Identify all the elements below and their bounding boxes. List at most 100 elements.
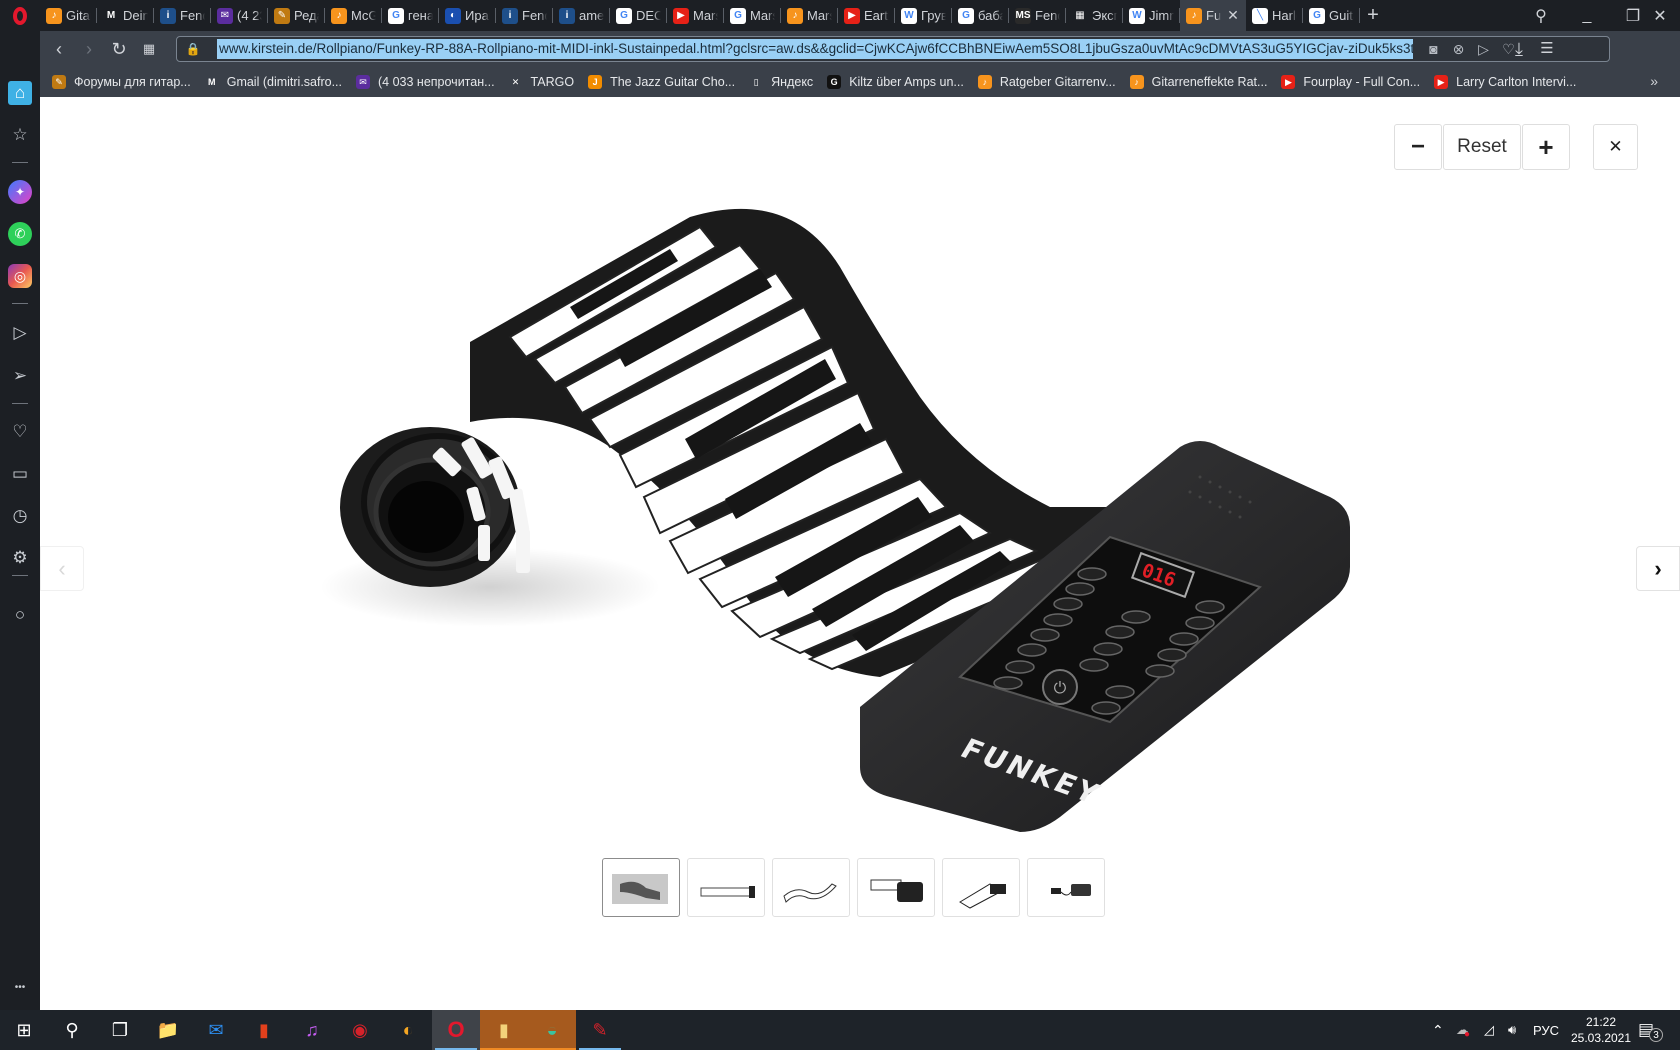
settings-icon[interactable]: ⚙: [8, 546, 32, 570]
adblock-icon[interactable]: ⊗: [1446, 41, 1471, 58]
new-tab-button[interactable]: +: [1360, 4, 1386, 27]
history-icon[interactable]: ◷: [8, 504, 32, 528]
ccleaner-icon[interactable]: ✎: [576, 1010, 624, 1050]
tab[interactable]: W Грув: [895, 0, 952, 31]
product-image[interactable]: 016 ⏻ FUNKEY: [320, 207, 1470, 887]
itunes-icon[interactable]: ♫: [288, 1010, 336, 1050]
bookmark-item[interactable]: ♪ Ratgeber Gitarrenv...: [977, 75, 1116, 89]
whatsapp-icon[interactable]: ✆: [8, 222, 32, 246]
thumbnail[interactable]: [942, 858, 1020, 917]
bookmark-item[interactable]: M Gmail (dimitri.safro...: [204, 75, 342, 89]
bookmark-item[interactable]: ▶ Larry Carlton Intervi...: [1434, 75, 1576, 89]
tab[interactable]: ✎ Редак: [268, 0, 325, 31]
onedrive-status-icon[interactable]: ☁ ●: [1456, 1010, 1470, 1050]
tab[interactable]: MS Fende: [1009, 0, 1066, 31]
tab[interactable]: i Fende: [154, 0, 211, 31]
office-icon[interactable]: ▮: [240, 1010, 288, 1050]
bookmark-item[interactable]: J The Jazz Guitar Cho...: [588, 75, 735, 89]
tab[interactable]: ✉ (4 234: [211, 0, 268, 31]
network-icon[interactable]: ◿: [1484, 1010, 1494, 1050]
devices-icon[interactable]: ▭: [8, 462, 32, 486]
forward-button[interactable]: ›: [74, 39, 104, 60]
start-icon[interactable]: ⊞: [0, 1010, 48, 1050]
tab[interactable]: ▶ Marsh: [667, 0, 724, 31]
url-field[interactable]: 🔒 www.kirstein.de/Rollpiano/Funkey-RP-88…: [176, 36, 1610, 62]
vpn-icon[interactable]: ◐: [384, 1010, 432, 1050]
tab[interactable]: Gбаба: [952, 0, 1009, 31]
task-view-icon[interactable]: ❐: [96, 1010, 144, 1050]
close-tab-icon[interactable]: ✕: [1227, 7, 1239, 24]
star-icon[interactable]: ☆: [8, 123, 32, 147]
bookmark-item[interactable]: ▶ Fourplay - Full Con...: [1281, 75, 1420, 89]
bookmark-item[interactable]: ✕ TARGO: [508, 75, 574, 89]
tab[interactable]: ♪ Gitarr: [40, 0, 97, 31]
tab[interactable]: G DEC a: [610, 0, 667, 31]
back-button[interactable]: ‹: [44, 39, 74, 60]
edge-icon[interactable]: ◒: [528, 1010, 576, 1050]
next-image-button[interactable]: ›: [1636, 546, 1680, 591]
tab[interactable]: ♪ Mars: [781, 0, 838, 31]
tab[interactable]: W Jimm: [1123, 0, 1180, 31]
tab-title: Fende: [180, 8, 205, 23]
tab[interactable]: G Marsh: [724, 0, 781, 31]
speed-dial-button[interactable]: ▦: [134, 41, 164, 57]
show-hidden-icons-button[interactable]: ⌃: [1432, 1010, 1444, 1050]
url-text[interactable]: www.kirstein.de/Rollpiano/Funkey-RP-88A-…: [217, 39, 1413, 59]
thumbnail[interactable]: [857, 858, 935, 917]
tab-active[interactable]: ♪ Fu ✕: [1180, 0, 1246, 31]
opera-menu-button[interactable]: [0, 0, 40, 31]
clock[interactable]: 21:22 25.03.2021: [1566, 1010, 1636, 1050]
tab[interactable]: Gгенац: [382, 0, 439, 31]
tab[interactable]: ▶ Earth: [838, 0, 895, 31]
thumbnail[interactable]: [1027, 858, 1105, 917]
search-icon[interactable]: ⚲: [48, 1010, 96, 1050]
thumbnail[interactable]: [687, 858, 765, 917]
minimize-button[interactable]: _: [1564, 0, 1610, 31]
previous-image-button[interactable]: ‹: [40, 546, 84, 591]
tab[interactable]: i Fende: [496, 0, 553, 31]
tab[interactable]: ▦ Эксп: [1066, 0, 1123, 31]
zoom-out-button[interactable]: −: [1394, 124, 1442, 170]
thumbnail[interactable]: [602, 858, 680, 917]
ccleaner-recovery-icon[interactable]: ◉: [336, 1010, 384, 1050]
file-explorer-icon[interactable]: 📁: [144, 1010, 192, 1050]
tab-search-icon[interactable]: ⚲: [1518, 0, 1564, 31]
sidebar-more-button[interactable]: •••: [8, 975, 32, 999]
downloads-icon[interactable]: ⤓: [1504, 39, 1534, 60]
bookmark-item[interactable]: G Kiltz über Amps un...: [827, 75, 964, 89]
send-to-flow-icon[interactable]: ▷: [1471, 41, 1496, 58]
bookmark-item[interactable]: ✉ (4 033 непрочитан...: [356, 75, 495, 89]
send-icon[interactable]: ➢: [8, 364, 32, 388]
snapshot-icon[interactable]: ◙: [1421, 41, 1446, 57]
language-indicator[interactable]: РУС: [1533, 1010, 1559, 1050]
bookmark-item[interactable]: ▯ Яндекс: [749, 75, 813, 89]
tab[interactable]: ╲ Harle: [1246, 0, 1303, 31]
close-lightbox-button[interactable]: ✕: [1593, 124, 1638, 170]
instagram-icon[interactable]: ◎: [8, 264, 32, 288]
close-window-button[interactable]: ✕: [1640, 0, 1680, 31]
thumbnail[interactable]: [772, 858, 850, 917]
home-icon[interactable]: ⌂: [8, 81, 32, 105]
reload-button[interactable]: ↻: [104, 39, 134, 60]
tab[interactable]: iameri: [553, 0, 610, 31]
messenger-icon[interactable]: ✦: [8, 180, 32, 204]
mail-app-icon[interactable]: ✉: [192, 1010, 240, 1050]
volume-icon[interactable]: 🔊︎: [1508, 1010, 1516, 1050]
tab[interactable]: ♪ McGr: [325, 0, 382, 31]
player-icon[interactable]: ▷: [8, 321, 32, 345]
action-center-button[interactable]: ▤ 3: [1638, 1010, 1664, 1050]
tab[interactable]: M Dein: [97, 0, 154, 31]
reset-zoom-button[interactable]: Reset: [1443, 124, 1521, 170]
opera-taskbar-icon[interactable]: O: [432, 1010, 480, 1050]
easy-setup-icon[interactable]: ☰: [1532, 39, 1562, 57]
heart-icon[interactable]: ♡: [8, 420, 32, 444]
bulb-icon[interactable]: ○: [8, 603, 32, 627]
zoom-in-button[interactable]: +: [1522, 124, 1570, 170]
bookmarks-more-button[interactable]: »: [1650, 73, 1658, 89]
tab[interactable]: ◐ Иран: [439, 0, 496, 31]
bookmark-item[interactable]: ♪ Gitarreneffekte Rat...: [1129, 75, 1267, 89]
bookmark-item[interactable]: ✎ Форумы для гитар...: [52, 75, 191, 89]
onedrive-folder-icon[interactable]: ▮: [480, 1010, 528, 1050]
tab[interactable]: G Guita: [1303, 0, 1360, 31]
lock-icon[interactable]: 🔒: [177, 42, 209, 56]
